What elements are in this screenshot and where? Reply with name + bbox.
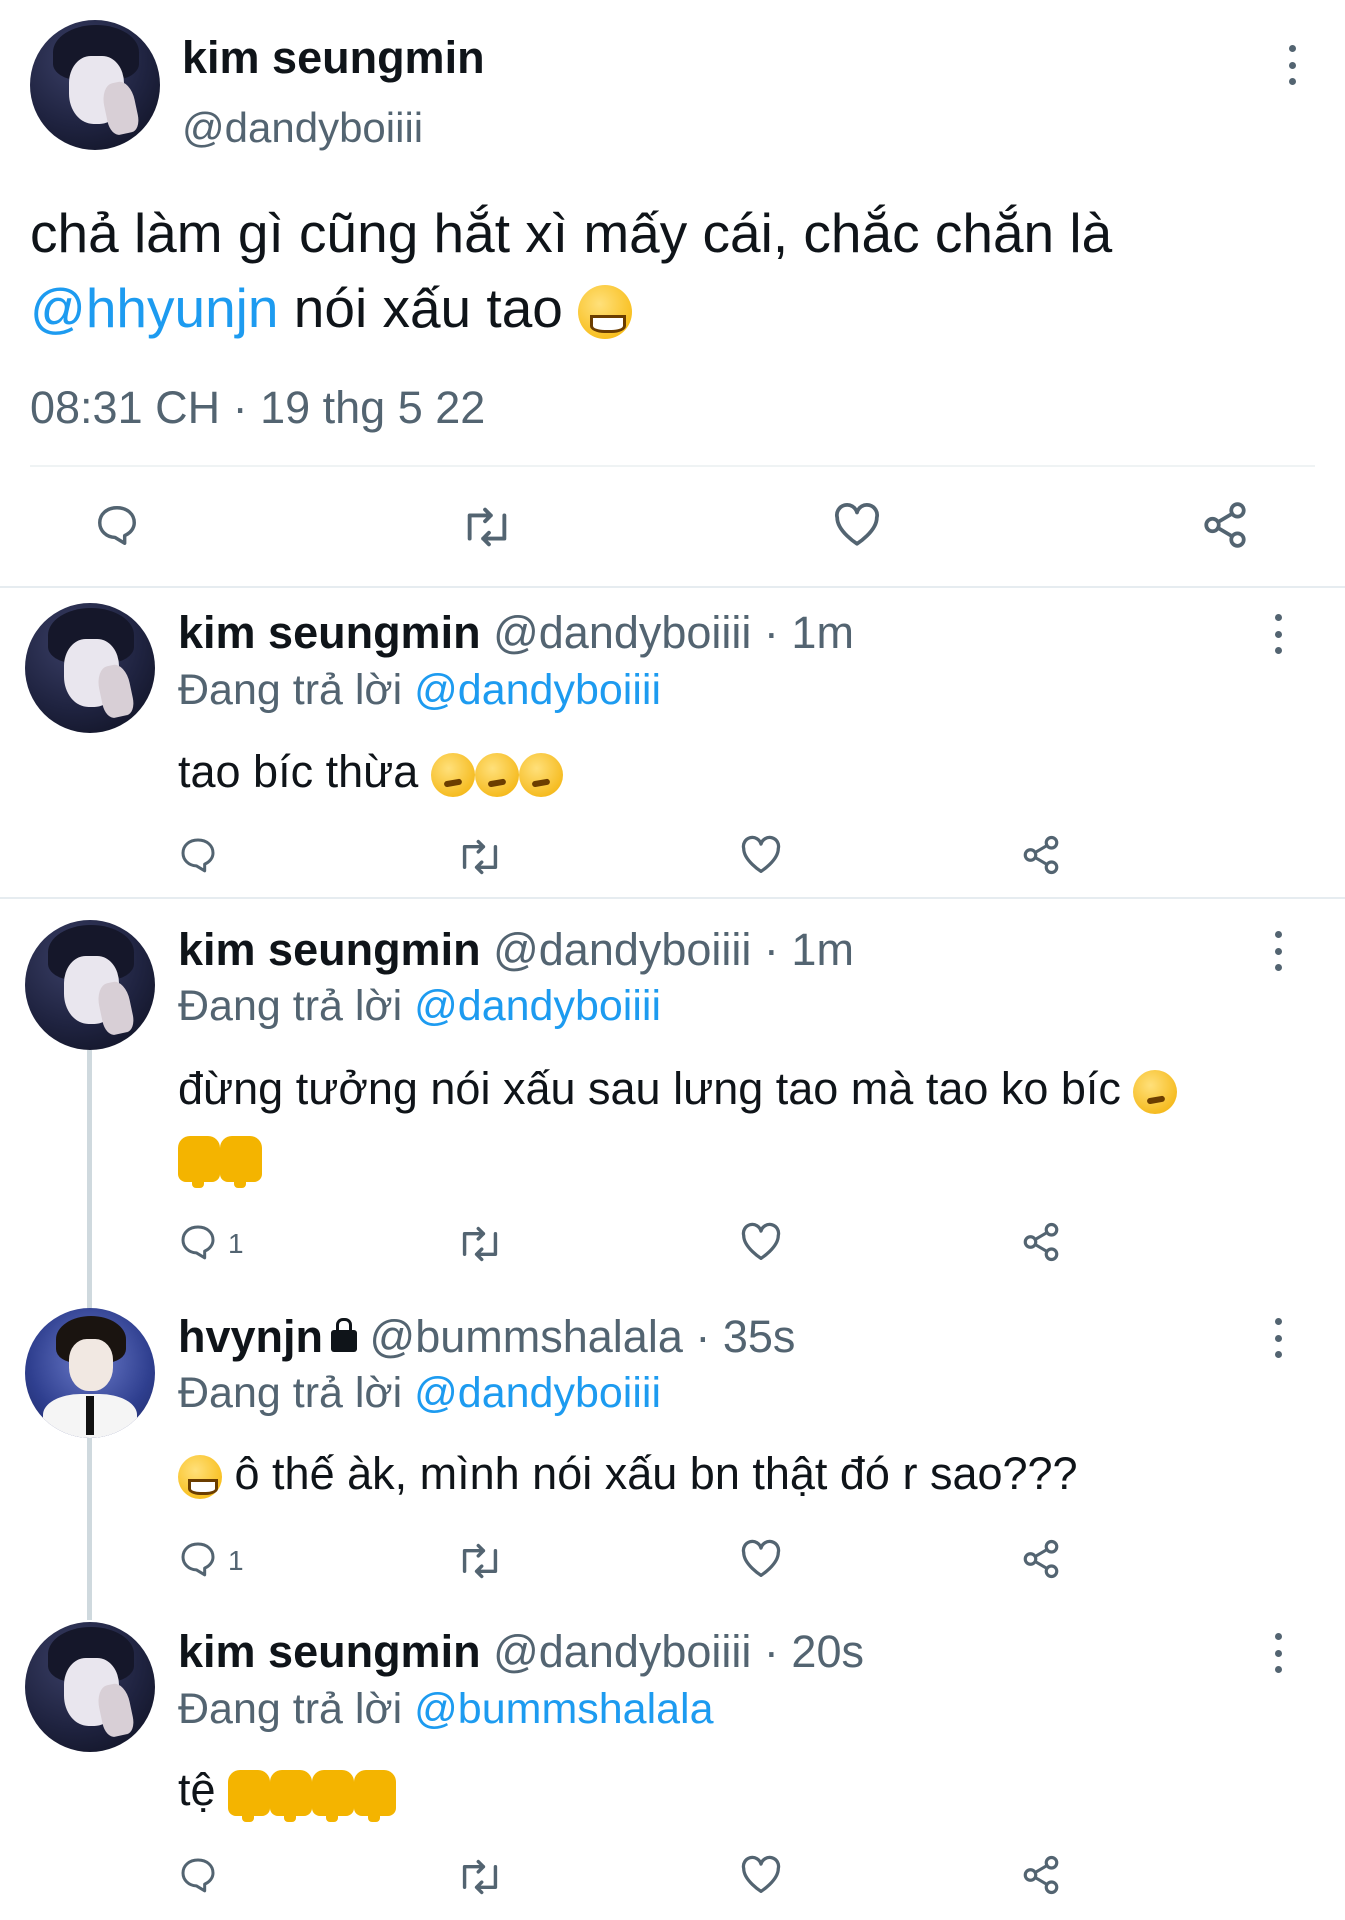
- more-icon[interactable]: [1282, 45, 1302, 85]
- share-icon[interactable]: [1020, 1221, 1062, 1263]
- thumbs-down-emoji-icon: [270, 1770, 313, 1823]
- retweet-icon[interactable]: [460, 505, 514, 549]
- share-icon[interactable]: [1020, 1854, 1062, 1896]
- smirking-emoji-icon: [474, 753, 519, 798]
- reply-icon[interactable]: [178, 1855, 218, 1895]
- reply-header: hvynjn @bummshalala · 35s: [178, 1311, 795, 1363]
- replying-mention[interactable]: @bummshalala: [414, 1685, 713, 1733]
- replying-mention[interactable]: @dandyboiiii: [414, 666, 661, 714]
- avatar[interactable]: [25, 1622, 155, 1752]
- share-icon[interactable]: [1020, 1538, 1062, 1580]
- tweet-text: chả làm gì cũng hắt xì mấy cái, chắc chắ…: [30, 196, 1320, 346]
- replying-to: Đang trả lời @dandyboiiii: [178, 1369, 661, 1418]
- main-tweet: kim seungmin @dandyboiiii chả làm gì cũn…: [0, 0, 1345, 588]
- reply-text: tao bíc thừa: [178, 738, 1288, 805]
- share-icon[interactable]: [1200, 500, 1250, 550]
- author-name[interactable]: kim seungmin: [182, 32, 485, 84]
- replying-to: Đang trả lời @dandyboiiii: [178, 982, 661, 1031]
- more-icon[interactable]: [1268, 1318, 1288, 1358]
- reply-text-part: đừng tưởng nói xấu sau lưng tao mà tao k…: [178, 1063, 1121, 1114]
- handle-and-time[interactable]: @dandyboiiii · 1m: [493, 607, 854, 658]
- smirking-emoji-icon: [430, 753, 475, 798]
- reply-header: kim seungmin @dandyboiiii · 1m: [178, 607, 854, 659]
- reply-text: đừng tưởng nói xấu sau lưng tao mà tao k…: [178, 1055, 1288, 1189]
- like-icon[interactable]: [739, 1855, 783, 1895]
- mention-link[interactable]: @hhyunjn: [30, 277, 279, 339]
- grinning-emoji-icon: [578, 285, 633, 340]
- reply-header: kim seungmin @dandyboiiii · 1m: [178, 924, 854, 976]
- replying-prefix: Đang trả lời: [178, 1685, 403, 1733]
- author-handle[interactable]: @dandyboiiii: [182, 104, 423, 152]
- divider: [30, 465, 1315, 467]
- author-name[interactable]: kim seungmin: [178, 1626, 481, 1677]
- smirking-emoji-icon: [1133, 1070, 1178, 1115]
- reply-icon[interactable]: [94, 502, 140, 548]
- reply-text-part: tệ: [178, 1764, 216, 1815]
- avatar[interactable]: [30, 20, 160, 150]
- replying-to: Đang trả lời @dandyboiiii: [178, 666, 661, 715]
- replying-to: Đang trả lời @bummshalala: [178, 1685, 714, 1734]
- tweet-timestamp[interactable]: 08:31 CH · 19 thg 5 22: [30, 382, 485, 434]
- like-icon[interactable]: [739, 1539, 783, 1579]
- lock-icon: [331, 1318, 358, 1352]
- replying-prefix: Đang trả lời: [178, 666, 403, 714]
- retweet-icon[interactable]: [456, 1225, 504, 1263]
- divider: [0, 586, 1345, 588]
- avatar[interactable]: [25, 920, 155, 1050]
- thumbs-down-emoji-icon: [354, 1770, 397, 1823]
- reply-count: 1: [228, 1545, 244, 1576]
- author-name[interactable]: hvynjn: [178, 1311, 323, 1362]
- thread-line: [87, 1438, 92, 1620]
- share-icon[interactable]: [1020, 834, 1062, 876]
- thumbs-down-emoji-icon: [220, 1136, 262, 1189]
- tweet-text-part: nói xấu tao: [293, 277, 563, 339]
- reply-icon[interactable]: [178, 1222, 218, 1262]
- like-icon[interactable]: [832, 502, 882, 548]
- reply-icon[interactable]: [178, 1539, 218, 1579]
- reply-icon[interactable]: [178, 835, 218, 875]
- replying-mention[interactable]: @dandyboiiii: [414, 1369, 661, 1417]
- smirking-emoji-icon: [518, 753, 563, 798]
- handle-and-time[interactable]: @dandyboiiii · 1m: [493, 924, 854, 975]
- more-icon[interactable]: [1268, 931, 1288, 971]
- retweet-icon[interactable]: [456, 1858, 504, 1896]
- reply-header: kim seungmin @dandyboiiii · 20s: [178, 1626, 864, 1678]
- handle-and-time[interactable]: @dandyboiiii · 20s: [493, 1626, 864, 1677]
- retweet-icon[interactable]: [456, 1542, 504, 1580]
- replying-prefix: Đang trả lời: [178, 982, 403, 1030]
- thumbs-down-emoji-icon: [228, 1770, 271, 1823]
- thumbs-down-emoji-icon: [178, 1136, 220, 1189]
- retweet-icon[interactable]: [456, 838, 504, 876]
- avatar[interactable]: [25, 1308, 155, 1438]
- divider: [0, 897, 1345, 899]
- reply-count: 1: [228, 1228, 244, 1259]
- avatar[interactable]: [25, 603, 155, 733]
- like-icon[interactable]: [739, 835, 783, 875]
- thumbs-down-emoji-icon: [312, 1770, 355, 1823]
- grinning-emoji-icon: [178, 1455, 222, 1500]
- more-icon[interactable]: [1268, 614, 1288, 654]
- reply-text-part: ô thế àk, mình nói xấu bn thật đó r sao?…: [234, 1448, 1078, 1499]
- more-icon[interactable]: [1268, 1633, 1288, 1673]
- reply-text: tệ: [178, 1756, 1288, 1823]
- reply-text: ô thế àk, mình nói xấu bn thật đó r sao?…: [178, 1440, 1288, 1507]
- author-name[interactable]: kim seungmin: [178, 607, 481, 658]
- like-icon[interactable]: [739, 1222, 783, 1262]
- author-name[interactable]: kim seungmin: [178, 924, 481, 975]
- reply-text-part: tao bíc thừa: [178, 746, 419, 797]
- thread-line: [87, 1050, 92, 1310]
- replying-prefix: Đang trả lời: [178, 1369, 403, 1417]
- tweet-text-part: chả làm gì cũng hắt xì mấy cái, chắc chắ…: [30, 202, 1113, 264]
- handle-and-time[interactable]: @bummshalala · 35s: [370, 1311, 796, 1362]
- replying-mention[interactable]: @dandyboiiii: [414, 982, 661, 1030]
